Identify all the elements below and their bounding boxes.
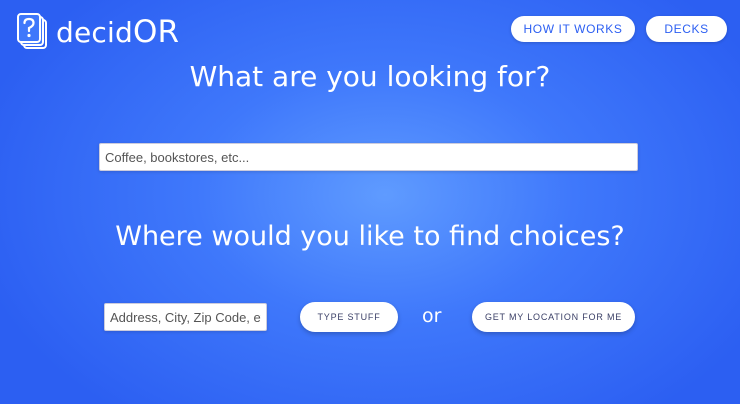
brand-logo[interactable]: decidOR <box>16 12 179 52</box>
type-stuff-button[interactable]: TYPE STUFF <box>300 302 398 332</box>
question-cards-icon <box>16 13 50 51</box>
brand-name-suffix: OR <box>132 13 180 50</box>
location-heading: Where would you like to find choices? <box>115 221 625 252</box>
decks-button[interactable]: DECKS <box>646 16 727 42</box>
search-heading: What are you looking for? <box>189 60 551 93</box>
location-input[interactable] <box>104 303 267 331</box>
how-it-works-button[interactable]: HOW IT WORKS <box>511 16 635 42</box>
search-input[interactable] <box>99 143 638 171</box>
brand-name: decidOR <box>56 13 180 50</box>
or-label: or <box>422 305 442 327</box>
brand-name-prefix: decid <box>56 15 133 49</box>
get-location-button[interactable]: GET MY LOCATION FOR ME <box>472 302 635 332</box>
